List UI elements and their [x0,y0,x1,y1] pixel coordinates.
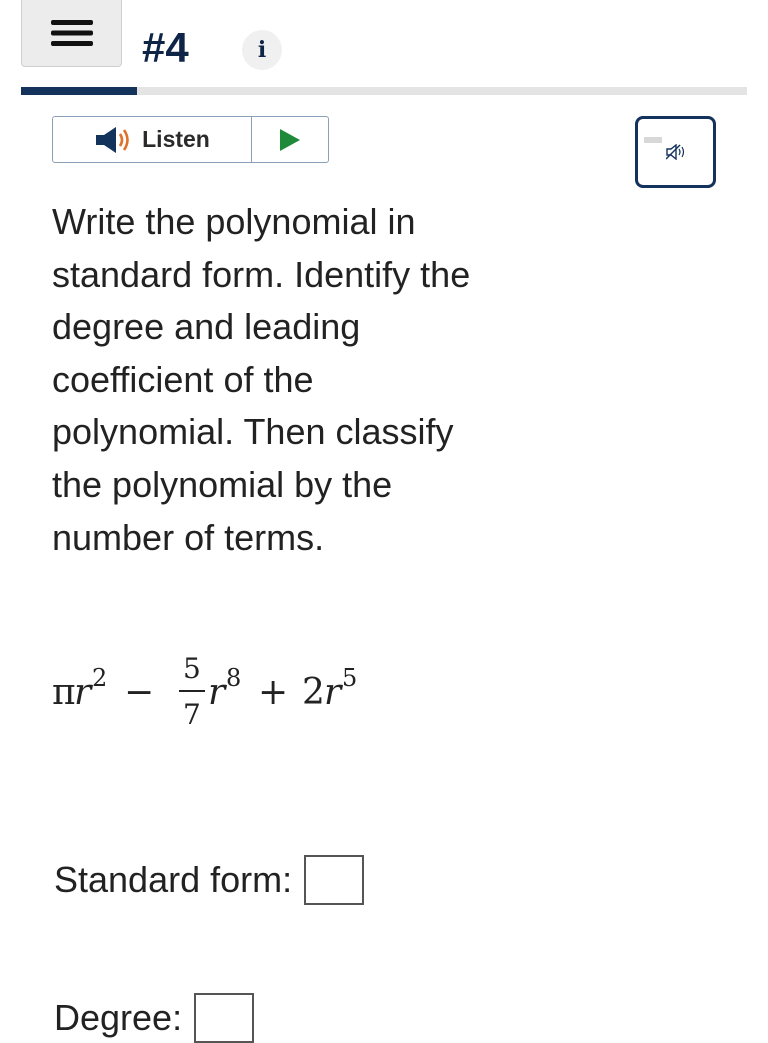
standard-form-label: Standard form: [54,859,293,900]
term2-variable: r [208,672,226,713]
standard-form-input[interactable] [304,855,365,905]
term3-coefficient: 2 [302,672,325,713]
plus-operator: + [258,672,289,713]
play-button[interactable] [252,117,328,162]
menu-button[interactable] [21,0,122,67]
standard-form-row: Standard form: [54,855,365,905]
degree-row: Degree: [54,993,255,1043]
term3-variable: r [324,672,342,713]
question-number-title: #4 [142,24,189,71]
fraction-bar [179,690,205,692]
term1-variable: r [74,672,92,713]
pi-symbol: π [52,672,76,713]
info-icon: i [257,37,267,63]
degree-label: Degree: [54,997,183,1038]
info-button[interactable]: i [242,30,282,70]
mute-button[interactable] [635,116,716,188]
hamburger-icon [50,20,93,46]
progress-bar [21,87,747,95]
progress-bar-fill [21,87,138,95]
minus-operator: − [124,672,155,713]
term1-exponent: 2 [92,664,108,692]
term2-exponent: 8 [226,664,242,692]
fraction-numerator: 5 [183,652,201,685]
term3-exponent: 5 [342,664,358,692]
polynomial-expression: π r 2 − 5 7 r 8 + 2 r 5 [52,648,472,738]
question-text: Write the polynomial in standard form. I… [52,201,471,558]
speaker-icon [96,126,129,153]
play-icon [280,128,300,151]
listen-widget: Listen [52,116,329,163]
listen-button[interactable]: Listen [53,117,252,162]
speaker-mute-icon [665,144,684,160]
degree-input[interactable] [194,993,255,1043]
mute-button-shade [644,137,662,143]
listen-label: Listen [142,126,210,152]
fraction-denominator: 7 [183,698,201,731]
